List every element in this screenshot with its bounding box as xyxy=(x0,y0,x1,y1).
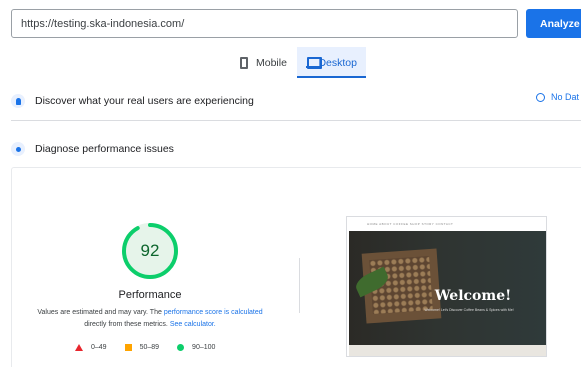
score-legend: 0–49 50–89 90–100 xyxy=(75,344,215,351)
performance-score: 92 xyxy=(140,241,160,260)
screenshot-nav: HOME ABOUT COFFEE SHOP STORY CONTACT xyxy=(347,217,546,231)
circle-icon xyxy=(177,344,185,351)
active-tab-indicator xyxy=(297,76,366,78)
diagnose-heading: Diagnose performance issues xyxy=(35,143,174,155)
analyze-button[interactable]: Analyze xyxy=(526,9,581,38)
score-calculated-link[interactable]: performance score is calculated xyxy=(164,309,263,316)
legend-average-range: 50–89 xyxy=(139,344,160,351)
field-data-section: Discover what your real users are experi… xyxy=(11,92,581,110)
page-screenshot: HOME ABOUT COFFEE SHOP STORY CONTACT Wel… xyxy=(346,216,547,357)
no-data-status: No Dat xyxy=(536,92,579,102)
section-divider xyxy=(11,120,581,121)
screenshot-hero: Welcome! Welcome! Let's Discover Coffee … xyxy=(349,231,546,345)
legend-good: 90–100 xyxy=(177,344,215,351)
url-input[interactable] xyxy=(11,9,518,38)
diagnose-icon xyxy=(11,142,25,156)
square-icon xyxy=(124,344,132,351)
phone-icon xyxy=(240,56,248,69)
legend-poor: 0–49 xyxy=(75,344,107,351)
users-icon xyxy=(11,94,25,108)
tab-desktop[interactable]: Desktop xyxy=(297,47,366,78)
note-text-1: Values are estimated and may vary. The xyxy=(37,309,164,316)
field-data-heading: Discover what your real users are experi… xyxy=(35,95,254,107)
info-icon xyxy=(536,92,545,102)
screenshot-headline: Welcome! xyxy=(434,288,512,304)
legend-average: 50–89 xyxy=(124,344,160,351)
triangle-icon xyxy=(75,344,83,351)
card-divider xyxy=(299,258,300,313)
see-calculator-link[interactable]: See calculator. xyxy=(170,321,216,328)
legend-good-range: 90–100 xyxy=(192,344,216,351)
screenshot-subline: Welcome! Let's Discover Coffee Beans & S… xyxy=(424,308,514,312)
legend-poor-range: 0–49 xyxy=(91,344,107,351)
note-text-2: directly from these metrics. xyxy=(84,321,170,328)
laptop-icon xyxy=(306,57,324,69)
tab-desktop-label: Desktop xyxy=(318,56,357,69)
diagnose-section: Diagnose performance issues xyxy=(11,140,581,158)
no-data-label: No Dat xyxy=(551,92,580,102)
performance-note: Values are estimated and may vary. The p… xyxy=(24,307,276,331)
tab-mobile-label: Mobile xyxy=(256,56,287,69)
tab-mobile[interactable]: Mobile xyxy=(232,47,295,78)
performance-title: Performance xyxy=(118,289,182,301)
